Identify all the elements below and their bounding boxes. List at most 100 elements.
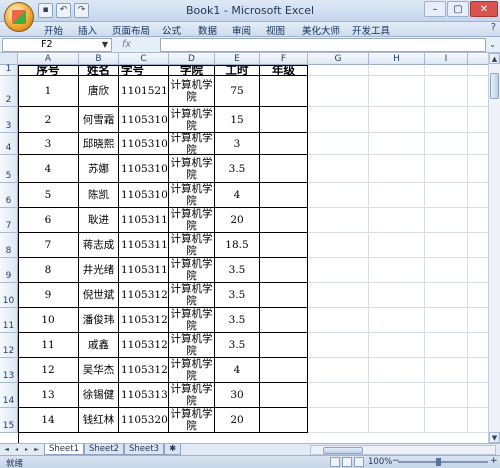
table-cell[interactable]: 8 — [18, 258, 79, 283]
table-cell[interactable] — [260, 383, 308, 408]
page-break-view-icon[interactable] — [354, 457, 364, 467]
table-cell[interactable]: 耿进 — [79, 208, 119, 233]
table-cell[interactable]: 9 — [18, 283, 79, 308]
table-cell[interactable] — [425, 358, 468, 383]
table-cell[interactable]: 75 — [215, 76, 260, 107]
row-header[interactable]: 10 — [0, 283, 18, 308]
next-sheet-icon[interactable]: ▸ — [22, 445, 31, 454]
table-cell[interactable]: 11053130 — [119, 383, 169, 408]
insert-function-button[interactable]: fx — [114, 38, 160, 52]
office-button[interactable] — [4, 2, 34, 32]
normal-view-icon[interactable] — [330, 457, 340, 467]
table-cell[interactable] — [308, 258, 369, 283]
table-cell[interactable]: 15 — [215, 107, 260, 133]
table-cell[interactable]: 11053114 — [119, 233, 169, 258]
table-cell[interactable]: 11 — [18, 333, 79, 358]
column-header-d[interactable]: D — [169, 53, 215, 65]
row-header[interactable]: 7 — [0, 208, 18, 233]
table-cell[interactable]: 11053115 — [119, 258, 169, 283]
table-cell[interactable]: 3.5 — [215, 258, 260, 283]
table-cell[interactable] — [425, 76, 468, 107]
table-cell[interactable] — [369, 155, 425, 183]
table-cell[interactable] — [260, 107, 308, 133]
table-cell[interactable] — [308, 333, 369, 358]
table-cell[interactable] — [468, 408, 488, 433]
header-cell[interactable] — [468, 65, 488, 76]
table-cell[interactable]: 4 — [215, 183, 260, 208]
table-cell[interactable]: 计算机学院 — [169, 233, 215, 258]
sheet-tab-1[interactable]: Sheet1 — [44, 444, 84, 455]
sheet-tab-2[interactable]: Sheet2 — [84, 444, 124, 455]
table-cell[interactable] — [425, 107, 468, 133]
table-cell[interactable]: 蒋志成 — [79, 233, 119, 258]
row-header[interactable]: 12 — [0, 333, 18, 358]
table-cell[interactable]: 11053122 — [119, 308, 169, 333]
prev-sheet-icon[interactable]: ◂ — [12, 445, 21, 454]
table-cell[interactable]: 计算机学院 — [169, 258, 215, 283]
column-header-f[interactable]: F — [260, 53, 308, 65]
minimize-button[interactable]: – — [424, 1, 446, 17]
table-cell[interactable]: 3.5 — [215, 333, 260, 358]
table-cell[interactable]: 4 — [215, 358, 260, 383]
column-header-e[interactable]: E — [215, 53, 260, 65]
header-cell[interactable]: 工时 — [215, 65, 260, 76]
table-cell[interactable]: 13 — [18, 383, 79, 408]
table-cell[interactable] — [369, 358, 425, 383]
table-cell[interactable] — [425, 283, 468, 308]
row-header[interactable]: 9 — [0, 258, 18, 283]
table-cell[interactable]: 计算机学院 — [169, 107, 215, 133]
table-cell[interactable] — [260, 358, 308, 383]
table-cell[interactable]: 苏娜 — [79, 155, 119, 183]
zoom-level[interactable]: 100% — [368, 457, 392, 467]
table-cell[interactable]: 徐锡健 — [79, 383, 119, 408]
table-cell[interactable]: 吴华杰 — [79, 358, 119, 383]
row-header[interactable]: 4 — [0, 133, 18, 155]
table-cell[interactable] — [369, 333, 425, 358]
table-cell[interactable] — [308, 133, 369, 155]
help-icon[interactable]: ? — [491, 22, 496, 33]
table-cell[interactable] — [260, 258, 308, 283]
column-header-h[interactable]: H — [369, 53, 425, 65]
scroll-down-icon[interactable]: ▼ — [489, 432, 500, 443]
row-header[interactable]: 6 — [0, 183, 18, 208]
scroll-up-icon[interactable]: ▲ — [489, 53, 500, 64]
row-header[interactable]: 11 — [0, 308, 18, 333]
tab-review[interactable]: 审阅 — [232, 23, 251, 37]
table-cell[interactable] — [369, 283, 425, 308]
first-sheet-icon[interactable]: ◄ — [2, 445, 11, 454]
table-cell[interactable] — [308, 233, 369, 258]
table-cell[interactable] — [369, 233, 425, 258]
table-cell[interactable] — [308, 208, 369, 233]
header-cell[interactable]: 学院 — [169, 65, 215, 76]
table-cell[interactable]: 3.5 — [215, 283, 260, 308]
table-cell[interactable] — [468, 183, 488, 208]
table-cell[interactable]: 计算机学院 — [169, 308, 215, 333]
table-cell[interactable]: 1 — [18, 76, 79, 107]
table-cell[interactable]: 20 — [215, 408, 260, 433]
table-cell[interactable]: 11053106 — [119, 155, 169, 183]
table-cell[interactable] — [308, 155, 369, 183]
table-cell[interactable] — [308, 183, 369, 208]
table-cell[interactable] — [468, 333, 488, 358]
tab-view[interactable]: 视图 — [266, 23, 285, 37]
table-cell[interactable]: 戚鑫 — [79, 333, 119, 358]
tab-beautify[interactable]: 美化大师 — [302, 23, 340, 37]
table-cell[interactable]: 11053203 — [119, 408, 169, 433]
table-cell[interactable]: 10 — [18, 308, 79, 333]
insert-sheet-icon[interactable]: ✱ — [164, 444, 182, 455]
table-cell[interactable] — [260, 333, 308, 358]
table-cell[interactable]: 11053110 — [119, 208, 169, 233]
last-sheet-icon[interactable]: ► — [32, 445, 41, 454]
table-cell[interactable] — [260, 408, 308, 433]
tab-developer[interactable]: 开发工具 — [352, 23, 390, 37]
row-header[interactable]: 1 — [0, 64, 18, 76]
table-cell[interactable] — [468, 76, 488, 107]
tab-formulas[interactable]: 公式 — [162, 23, 181, 37]
page-layout-view-icon[interactable] — [342, 457, 352, 467]
table-cell[interactable]: 11053121 — [119, 283, 169, 308]
table-cell[interactable] — [468, 283, 488, 308]
table-cell[interactable]: 20 — [215, 208, 260, 233]
table-cell[interactable]: 计算机学院 — [169, 155, 215, 183]
table-cell[interactable] — [425, 133, 468, 155]
table-cell[interactable] — [369, 383, 425, 408]
